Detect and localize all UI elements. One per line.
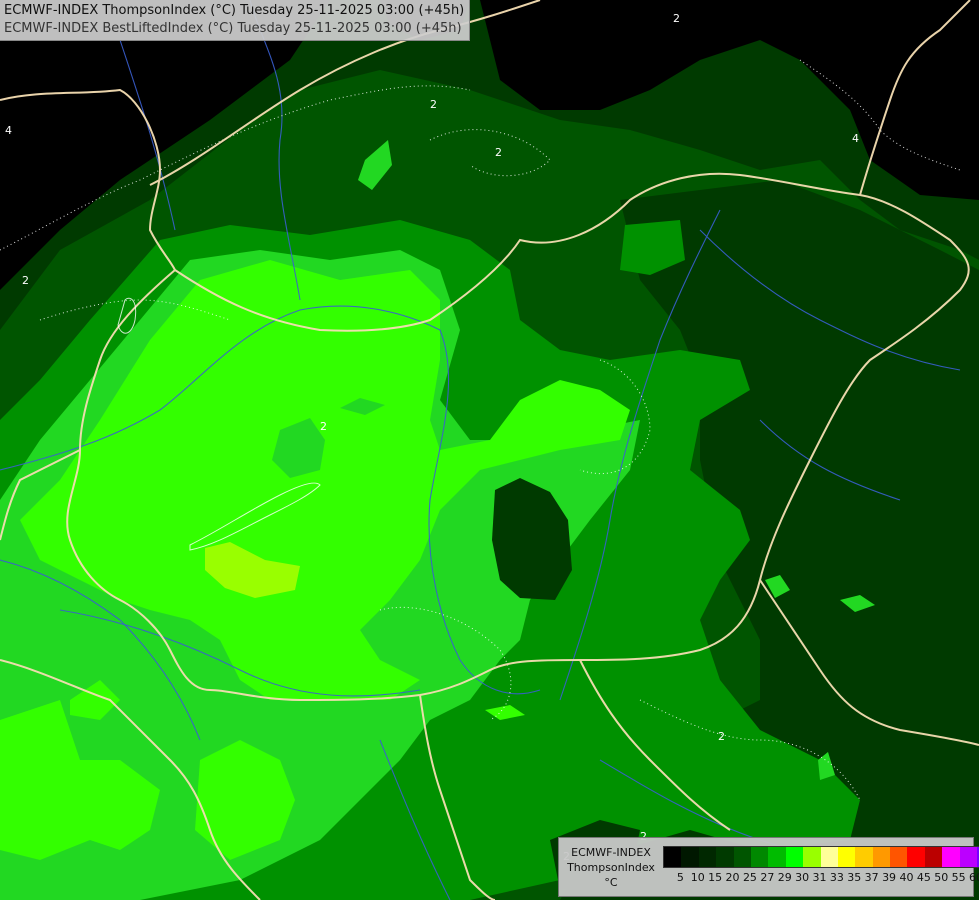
- legend-swatch: [681, 847, 699, 867]
- map-viewport: 2 2 2 2 2 2 4 4 2 2 ECMWF-INDEX Thompson…: [0, 0, 979, 900]
- legend-swatch: [785, 847, 804, 867]
- legend-swatch: [907, 847, 925, 867]
- color-legend: ECMWF-INDEX ThompsonIndex °C 5 10 15 20 25 27…: [558, 837, 979, 897]
- legend-tick: 60: [969, 871, 979, 884]
- legend-tick: 31: [812, 871, 827, 884]
- legend-label: ECMWF-INDEX ThompsonIndex °C: [561, 845, 661, 890]
- contour-label: 2: [673, 12, 680, 25]
- contour-label: 2: [22, 274, 29, 287]
- contour-label: 2: [495, 146, 502, 159]
- legend-swatch: [959, 847, 978, 867]
- legend-tick: 39: [882, 871, 897, 884]
- legend-tick: 15: [708, 871, 723, 884]
- legend-tick: 10: [690, 871, 705, 884]
- legend-tick: 5: [676, 871, 684, 884]
- legend-tick: 30: [795, 871, 810, 884]
- legend-model: ECMWF-INDEX: [571, 846, 651, 859]
- contour-label: 2: [320, 420, 327, 433]
- legend-tick: 25: [742, 871, 757, 884]
- legend-swatch: [837, 847, 856, 867]
- legend-tick: 20: [725, 871, 740, 884]
- contour-label: 2: [430, 98, 437, 111]
- legend-swatch: [803, 847, 821, 867]
- legend-ticks: 5 1015202527293031333537394045505560: [663, 871, 979, 887]
- legend-parameter: ThompsonIndex: [567, 861, 655, 874]
- legend-tick-spacer: [663, 871, 672, 887]
- title-thompson-index: ECMWF-INDEX ThompsonIndex (°C) Tuesday 2…: [4, 3, 465, 18]
- thompson-index-map: 2 2 2 2 2 2 4 4 2 2: [0, 0, 979, 900]
- contour-label: 2: [718, 730, 725, 743]
- legend-swatch: [716, 847, 734, 867]
- legend-tick: 27: [760, 871, 775, 884]
- legend-swatches: [663, 846, 979, 868]
- title-best-lifted-index: ECMWF-INDEX BestLiftedIndex (°C) Tuesday…: [4, 21, 462, 36]
- legend-swatch: [733, 847, 751, 867]
- legend-swatch: [664, 847, 682, 867]
- legend-tick: 37: [864, 871, 879, 884]
- legend-swatch: [698, 847, 717, 867]
- legend-swatch: [820, 847, 838, 867]
- legend-swatch: [750, 847, 769, 867]
- legend-swatch: [924, 847, 943, 867]
- legend-swatch: [855, 847, 873, 867]
- legend-tick: 55: [951, 871, 966, 884]
- map-title-box: ECMWF-INDEX ThompsonIndex (°C) Tuesday 2…: [0, 0, 471, 41]
- legend-tick: 45: [916, 871, 931, 884]
- legend-swatch: [768, 847, 786, 867]
- legend-tick: 40: [899, 871, 914, 884]
- contour-label: 4: [5, 124, 12, 137]
- legend-tick: 29: [777, 871, 792, 884]
- legend-swatch: [942, 847, 960, 867]
- legend-tick: 50: [934, 871, 949, 884]
- legend-tick: 35: [847, 871, 862, 884]
- contour-label: 4: [852, 132, 859, 145]
- legend-swatch: [890, 847, 908, 867]
- legend-unit: °C: [604, 876, 618, 889]
- legend-swatch: [872, 847, 891, 867]
- legend-tick: 33: [829, 871, 844, 884]
